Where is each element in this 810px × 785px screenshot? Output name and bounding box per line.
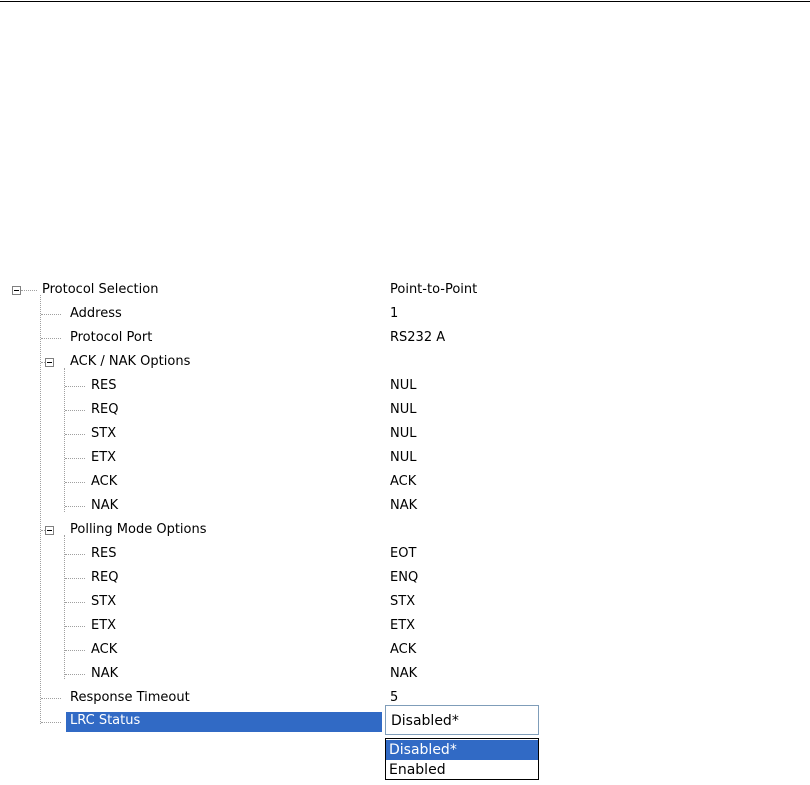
tree-row-value: STX — [390, 594, 416, 609]
tree-row-ack-nak-ack[interactable]: ACK ACK — [0, 470, 810, 494]
top-divider — [0, 1, 810, 2]
tree-row-ack-nak-nak[interactable]: NAK NAK — [0, 494, 810, 518]
tree-row-label: LRC Status — [70, 713, 141, 728]
tree-row-label: Address — [70, 306, 122, 321]
tree-row-value: NUL — [390, 426, 417, 441]
tree-row-value: NUL — [390, 378, 417, 393]
tree-row-label: Response Timeout — [70, 690, 190, 705]
tree-row-ack-nak-options[interactable]: ACK / NAK Options — [0, 350, 810, 374]
tree-row-label: ACK / NAK Options — [70, 354, 191, 369]
tree-row-polling-mode-options[interactable]: Polling Mode Options — [0, 518, 810, 542]
tree-row-value: EOT — [390, 546, 417, 561]
tree-row-value: NUL — [390, 402, 417, 417]
tree-row-ack-nak-req[interactable]: REQ NUL — [0, 398, 810, 422]
tree-row-label: REQ — [91, 402, 119, 417]
tree-row-value: 5 — [390, 690, 399, 705]
tree-row-value: ENQ — [390, 570, 419, 585]
tree-row-polling-res[interactable]: RES EOT — [0, 542, 810, 566]
tree-row-polling-ack[interactable]: ACK ACK — [0, 638, 810, 662]
tree-row-label: ACK — [91, 642, 118, 657]
tree-row-value: Point-to-Point — [390, 282, 478, 297]
tree-row-label: STX — [91, 426, 117, 441]
tree-row-label: RES — [91, 378, 117, 393]
tree-row-ack-nak-stx[interactable]: STX NUL — [0, 422, 810, 446]
tree-row-address[interactable]: Address 1 — [0, 302, 810, 326]
tree-row-value: NUL — [390, 450, 417, 465]
tree-row-polling-req[interactable]: REQ ENQ — [0, 566, 810, 590]
lrc-status-combo[interactable]: Disabled* — [385, 705, 539, 735]
tree-row-value: ACK — [390, 642, 417, 657]
tree-row-protocol-port[interactable]: Protocol Port RS232 A — [0, 326, 810, 350]
tree-row-label: REQ — [91, 570, 119, 585]
tree-row-protocol-selection[interactable]: Protocol Selection Point-to-Point — [0, 278, 810, 302]
tree-row-label: Protocol Port — [70, 330, 153, 345]
tree-row-polling-stx[interactable]: STX STX — [0, 590, 810, 614]
tree-row-label: ETX — [91, 450, 117, 465]
tree-row-value: NAK — [390, 498, 418, 513]
tree-row-label: Polling Mode Options — [70, 522, 207, 537]
tree-row-ack-nak-etx[interactable]: ETX NUL — [0, 446, 810, 470]
tree-row-value: RS232 A — [390, 330, 446, 345]
combo-current-value: Disabled* — [391, 713, 459, 729]
tree-row-polling-etx[interactable]: ETX ETX — [0, 614, 810, 638]
tree-row-value: ETX — [390, 618, 416, 633]
tree-row-value: NAK — [390, 666, 418, 681]
tree-row-value: ACK — [390, 474, 417, 489]
tree-row-label: Protocol Selection — [42, 282, 159, 297]
dropdown-option-disabled[interactable]: Disabled* — [386, 740, 538, 760]
tree-row-label: ACK — [91, 474, 118, 489]
dropdown-option-enabled[interactable]: Enabled — [386, 760, 538, 780]
tree-row-label: ETX — [91, 618, 117, 633]
tree-row-label: NAK — [91, 666, 119, 681]
tree-row-label: STX — [91, 594, 117, 609]
tree-row-value: 1 — [390, 306, 399, 321]
tree-row-label: RES — [91, 546, 117, 561]
lrc-status-dropdown[interactable]: Disabled* Enabled — [385, 738, 539, 780]
tree-row-label: NAK — [91, 498, 119, 513]
settings-tree: Protocol Selection Point-to-Point Addres… — [0, 278, 810, 738]
tree-row-polling-nak[interactable]: NAK NAK — [0, 662, 810, 686]
tree-row-ack-nak-res[interactable]: RES NUL — [0, 374, 810, 398]
